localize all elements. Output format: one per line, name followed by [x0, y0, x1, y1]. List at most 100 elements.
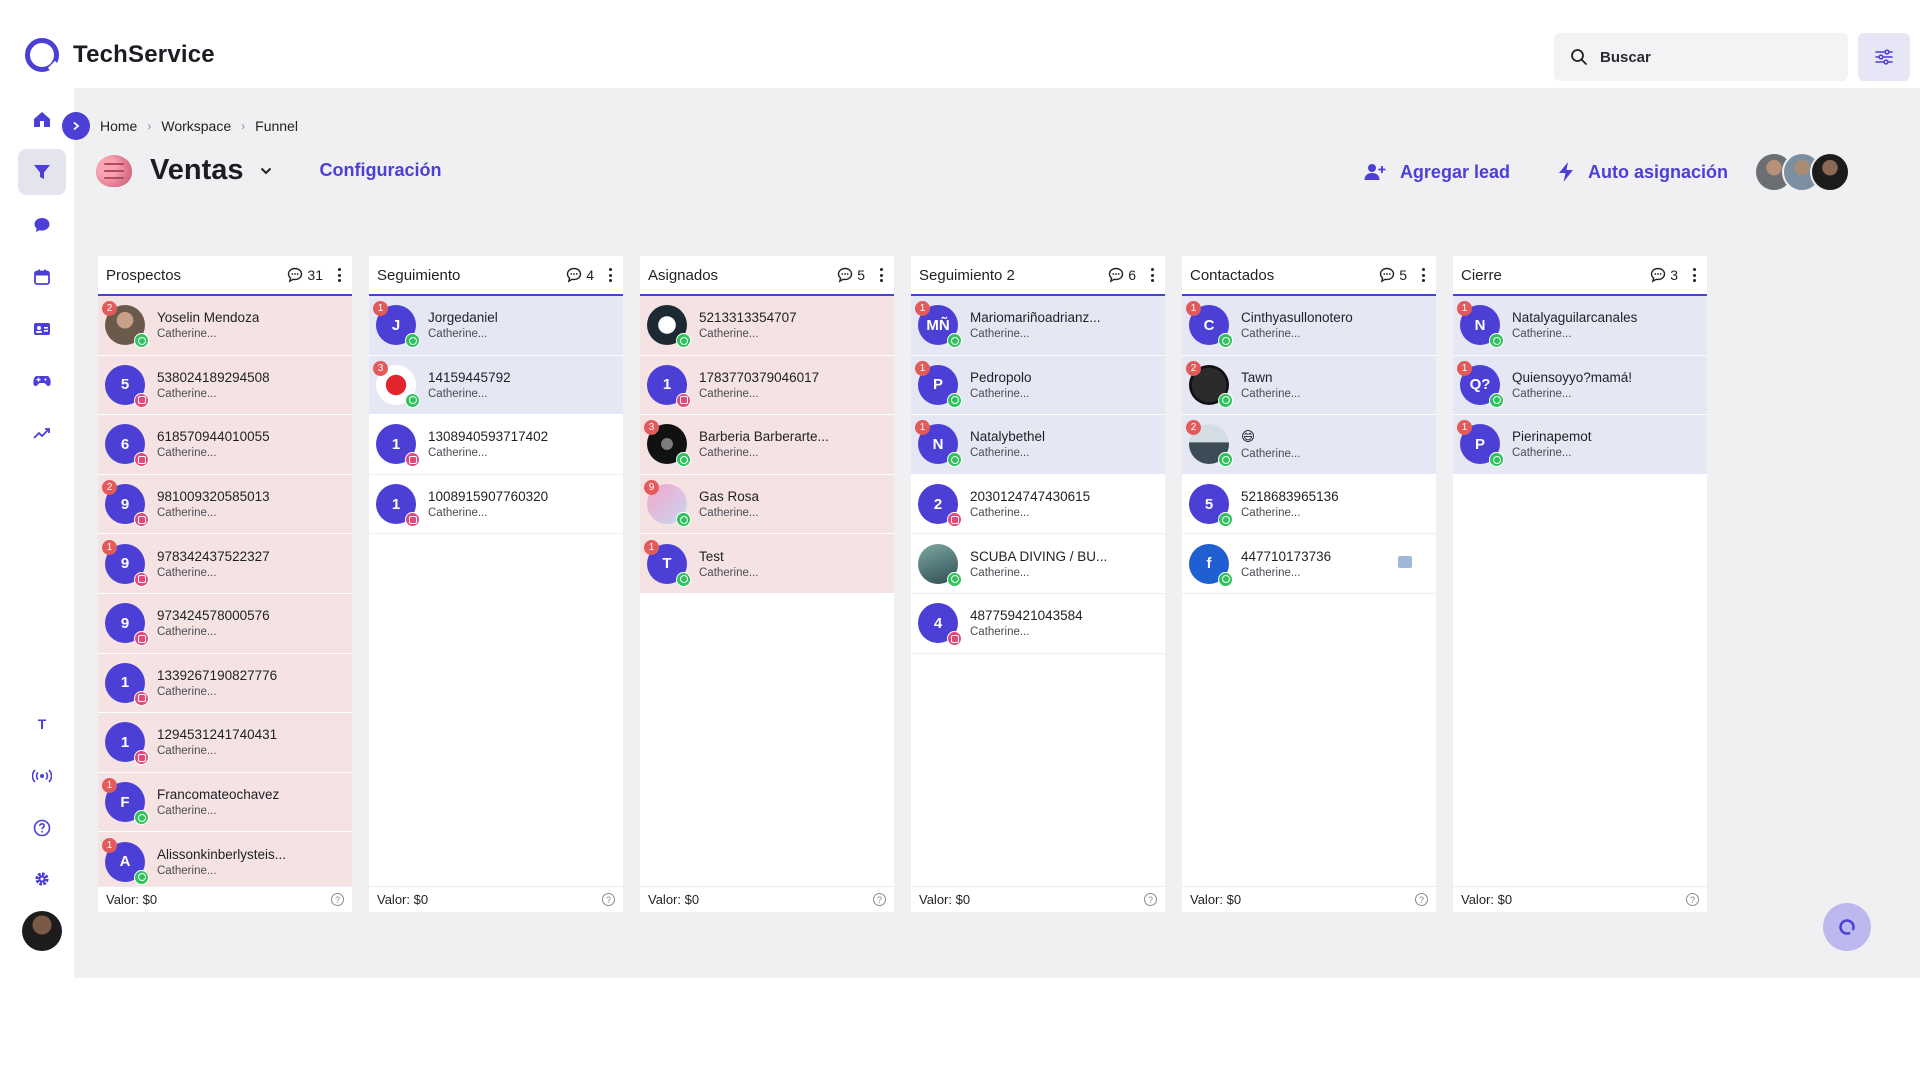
unread-badge: 2	[1186, 360, 1201, 376]
team-avatars[interactable]	[1754, 152, 1850, 192]
column-menu-button[interactable]	[1148, 266, 1157, 284]
sidebar-item-chats[interactable]	[18, 202, 66, 248]
lead-info: 2030124747430615 Catherine...	[970, 489, 1090, 519]
whatsapp-icon	[1218, 392, 1233, 408]
lead-card[interactable]: F 1 Francomateochavez Catherine...	[98, 772, 352, 833]
sidebar-item-calendar[interactable]	[18, 254, 66, 300]
sidebar-item-settings[interactable]	[18, 856, 66, 902]
support-chat-button[interactable]	[1823, 903, 1871, 951]
sidebar-item-bots[interactable]	[18, 358, 66, 404]
column-count: 31	[307, 267, 323, 283]
auto-assign-label: Auto asignación	[1587, 161, 1728, 182]
lead-card[interactable]: A 1 Alissonkinberlysteis... Catherine...	[98, 832, 352, 892]
instagram-icon	[405, 512, 420, 528]
sidebar-item-contacts[interactable]	[18, 306, 66, 352]
lead-card[interactable]: N 1 Natalyaguilarcanales Catherine...	[1453, 296, 1707, 356]
sidebar-item-analytics[interactable]	[18, 410, 66, 456]
sidebar-toggle-button[interactable]	[62, 112, 90, 140]
lead-info: Francomateochavez Catherine...	[157, 787, 279, 817]
help-icon[interactable]: ?	[602, 893, 615, 906]
lead-card[interactable]: J 1 Jorgedaniel Catherine...	[369, 296, 623, 356]
column-menu-button[interactable]	[606, 266, 615, 284]
lead-agent: Catherine...	[1241, 566, 1301, 579]
page-title: Ventas	[150, 154, 244, 186]
lead-agent: Catherine...	[699, 387, 759, 400]
search-input[interactable]	[1600, 48, 1830, 66]
lead-card[interactable]: 5213313354707 Catherine...	[640, 296, 894, 356]
lead-card[interactable]: 1 1783770379046017 Catherine...	[640, 355, 894, 416]
lead-card[interactable]: f 447710173736 Catherine...	[1182, 534, 1436, 594]
column-menu-button[interactable]	[1419, 266, 1428, 284]
lead-card[interactable]: 9 973424578000576 Catherine...	[98, 593, 352, 654]
sidebar-item-funnel[interactable]	[18, 149, 66, 195]
lead-info: 5213313354707 Catherine...	[699, 310, 797, 340]
sidebar-item-templates[interactable]: T	[18, 701, 66, 747]
lead-card[interactable]: 5 5218683965136 Catherine...	[1182, 474, 1436, 535]
lead-card[interactable]: 9 1 978342437522327 Catherine...	[98, 534, 352, 594]
lead-card[interactable]: 4 487759421043584 Catherine...	[911, 593, 1165, 654]
help-icon[interactable]: ?	[1686, 893, 1699, 906]
column-conversation-count: 5	[837, 266, 886, 284]
lead-card[interactable]: P 1 Pedropolo Catherine...	[911, 355, 1165, 416]
sidebar-item-home[interactable]	[18, 96, 66, 142]
help-icon[interactable]: ?	[873, 893, 886, 906]
lead-card[interactable]: MÑ 1 Mariomariñoadrianz... Catherine...	[911, 296, 1165, 356]
lead-card[interactable]: SCUBA DIVING / BU... Catherine...	[911, 534, 1165, 594]
lead-name: 2030124747430615	[970, 489, 1091, 505]
help-icon[interactable]: ?	[1144, 893, 1157, 906]
lead-card[interactable]: 2 2030124747430615 Catherine...	[911, 474, 1165, 535]
column-menu-button[interactable]	[335, 266, 344, 284]
chat-bubble-icon	[1109, 267, 1124, 283]
lead-card[interactable]: 2 Yoselin Mendoza Catherine...	[98, 296, 352, 356]
lead-card[interactable]: 5 538024189294508 Catherine...	[98, 355, 352, 416]
configuration-link[interactable]: Configuración	[320, 160, 442, 181]
breadcrumb-funnel[interactable]: Funnel	[255, 118, 298, 134]
lead-card[interactable]: 9 Gas Rosa Catherine...	[640, 474, 894, 535]
add-lead-button[interactable]: Agregar lead	[1364, 162, 1510, 183]
breadcrumb-home[interactable]: Home	[100, 118, 137, 134]
lead-agent: Catherine...	[970, 328, 1030, 341]
search-icon	[1571, 49, 1587, 65]
auto-assign-button[interactable]: Auto asignación	[1558, 162, 1728, 183]
sidebar-item-broadcast[interactable]	[18, 753, 66, 799]
whatsapp-icon	[676, 452, 691, 468]
sidebar-item-help[interactable]	[18, 805, 66, 851]
lead-card[interactable]: C 1 Cinthyasullonotero Catherine...	[1182, 296, 1436, 356]
help-icon[interactable]: ?	[331, 893, 344, 906]
lead-card[interactable]: 1 1008915907760320 Catherine...	[369, 474, 623, 535]
column-menu-button[interactable]	[1690, 266, 1699, 284]
lead-card[interactable]: T 1 Test Catherine...	[640, 534, 894, 594]
funnel-selector-dropdown[interactable]	[260, 167, 272, 175]
whatsapp-icon	[947, 333, 962, 349]
lead-avatar-wrapper: f	[1189, 543, 1233, 587]
contact-card-icon	[34, 323, 50, 335]
chevron-right-icon: ›	[147, 119, 152, 133]
help-icon[interactable]: ?	[1415, 893, 1428, 906]
lead-card[interactable]: 1 1294531241740431 Catherine...	[98, 713, 352, 773]
home-icon	[34, 112, 50, 127]
lead-card[interactable]: Q? 1 Quiensoyyo?mamá! Catherine...	[1453, 355, 1707, 416]
lead-info: 973424578000576 Catherine...	[157, 608, 270, 638]
breadcrumb-workspace[interactable]: Workspace	[161, 118, 231, 134]
add-user-icon	[1364, 164, 1386, 180]
column-menu-button[interactable]	[877, 266, 886, 284]
page-actions: Agregar lead Auto asignación	[1364, 152, 1850, 192]
app-logo[interactable]: TechService	[25, 38, 215, 72]
lead-card[interactable]: 3 14159445792 Catherine...	[369, 355, 623, 416]
lead-card[interactable]: 3 Barberia Barberarte... Catherine...	[640, 415, 894, 475]
lead-card[interactable]: P 1 Pierinapemot Catherine...	[1453, 415, 1707, 475]
user-avatar[interactable]	[22, 911, 62, 951]
lead-info: 1339267190827776 Catherine...	[157, 668, 277, 698]
lead-info: 😄 Catherine...	[1241, 429, 1300, 460]
lead-agent: Catherine...	[1241, 328, 1301, 341]
lead-card[interactable]: 2 😄 Catherine...	[1182, 415, 1436, 475]
filter-settings-button[interactable]	[1858, 33, 1910, 81]
lead-agent: Catherine...	[428, 507, 488, 520]
lead-card[interactable]: 1 1308940593717402 Catherine...	[369, 415, 623, 475]
lead-card[interactable]: N 1 Natalybethel Catherine...	[911, 415, 1165, 475]
lead-card[interactable]: 6 618570944010055 Catherine...	[98, 415, 352, 475]
lead-card[interactable]: 9 2 981009320585013 Catherine...	[98, 474, 352, 535]
lead-card[interactable]: 2 Tawn Catherine...	[1182, 355, 1436, 416]
lead-card[interactable]: 1 1339267190827776 Catherine...	[98, 653, 352, 714]
column-header: Prospectos 31	[98, 256, 352, 296]
